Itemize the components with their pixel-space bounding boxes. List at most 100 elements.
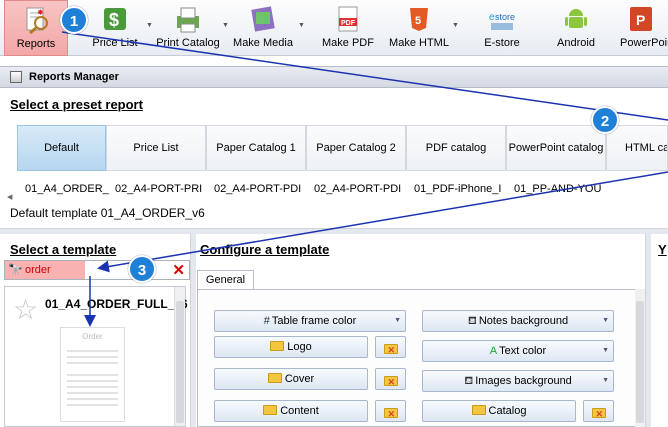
binoculars-icon: 🔭 [8,263,23,277]
cover-button[interactable]: Cover [214,368,368,390]
preset-tab-label: Price List [133,142,179,154]
print-catalog-dropdown-icon[interactable]: ▼ [222,22,229,29]
template-search-input[interactable] [25,262,145,278]
svg-text:5: 5 [415,15,421,27]
pdf-icon: PDF [338,6,358,32]
button-label: Images background [475,375,572,387]
preset-tab-label: Paper Catalog 1 [216,142,296,154]
cover-clear-button[interactable] [375,368,406,392]
button-label: Catalog [488,405,527,417]
estore-label: E-store [484,37,520,49]
template-thumbnail[interactable]: Order [60,327,125,422]
main-toolbar: ✸ Reports $ Price List ▼ Print Catalog ▼… [0,0,668,56]
template-list-scrollbar[interactable] [174,287,185,426]
window-title-bar: Reports Manager [0,66,668,88]
price-list-button[interactable]: $ Price List [86,0,144,56]
thumbnail-title: Order [82,332,103,341]
folder-icon [263,405,278,415]
notes-background-button[interactable]: ⛾ Notes background ▼ [422,310,614,332]
dropdown-arrow-icon: ▼ [602,377,609,384]
window-title: Reports Manager [29,71,119,83]
configure-scrollbar[interactable] [635,289,645,427]
images-background-button[interactable]: ⛾ Images background ▼ [422,370,614,392]
preset-tab-label: Default [44,142,79,154]
powerpoint-label: PowerPoint [620,37,668,49]
paint-bucket-icon: ⛾ [464,375,474,387]
preset-tab-label: Paper Catalog 2 [316,142,396,154]
svg-text:P: P [636,12,645,28]
right-panel-title: Y [658,242,667,257]
folder-remove-icon [383,340,398,360]
template-section-title: Select a template [10,242,117,257]
make-pdf-label: Make PDF [322,37,374,49]
preset-tab-powerpoint-catalog[interactable]: PowerPoint catalog [506,125,606,171]
logo-button[interactable]: Logo [214,336,368,358]
preset-section-title: Select a preset report [10,97,143,112]
folder-remove-icon [383,404,398,424]
table-frame-color-button[interactable]: # Table frame color ▼ [214,310,406,332]
preset-tab-default[interactable]: Default [17,125,106,171]
powerpoint-button[interactable]: P PowerPoint [614,0,668,56]
clear-search-icon[interactable]: ✕ [172,261,185,279]
dropdown-arrow-icon: ▼ [602,347,609,354]
make-media-icon [251,6,275,32]
text-color-button[interactable]: A Text color ▼ [422,340,614,362]
preset-tab-pdf-catalog[interactable]: PDF catalog [406,125,506,171]
preset-tab-label: PowerPoint catalog [508,142,604,154]
estore-button[interactable]: e store E-store [474,0,530,56]
folder-icon [270,341,285,351]
folder-icon [471,405,486,415]
make-pdf-button[interactable]: PDF Make PDF [318,0,378,56]
price-list-label: Price List [92,37,138,49]
template-list[interactable]: ☆ 01_A4_ORDER_FULL_v6 Order [4,286,188,427]
powerpoint-icon: P [630,7,652,31]
print-catalog-button[interactable]: Print Catalog [155,0,221,56]
make-html-dropdown-icon[interactable]: ▼ [452,22,459,29]
scroll-left-icon[interactable]: ◀ [7,193,12,201]
preset-sub-label: 01_PDF-iPhone_I [414,183,502,195]
preset-sub-label: 02_A4-PORT-PDI [314,183,402,195]
preset-sub-label: 02_A4-PORT-PDI [214,183,302,195]
vertical-splitter[interactable] [190,234,196,427]
reports-icon: ✸ [26,7,48,35]
step-badge-1: 1 [60,6,88,34]
logo-clear-button[interactable] [375,336,406,360]
reports-button[interactable]: ✸ Reports [4,0,68,56]
preset-tab-paper-catalog-1[interactable]: Paper Catalog 1 [206,125,306,171]
horizontal-splitter[interactable] [0,228,668,234]
preset-tab-price-list[interactable]: Price List [106,125,206,171]
button-label: Table frame color [271,315,357,327]
make-html-button[interactable]: 5 Make HTML [386,0,452,56]
print-catalog-icon [177,7,199,33]
preset-tab-html-catalog[interactable]: HTML cat [606,125,668,171]
step-badge-2: 2 [591,106,619,134]
make-media-dropdown-icon[interactable]: ▼ [298,22,305,29]
folder-icon [267,373,282,383]
preset-tab-paper-catalog-2[interactable]: Paper Catalog 2 [306,125,406,171]
svg-text:✸: ✸ [37,8,44,17]
preset-sub-label: 01_PP-AND-YOU [514,183,602,195]
catalog-button[interactable]: Catalog [422,400,576,422]
star-icon[interactable]: ☆ [13,293,38,326]
button-label: Text color [499,345,547,357]
make-media-button[interactable]: Make Media [230,0,296,56]
window-icon [10,71,22,83]
price-list-icon: $ [104,8,126,30]
preset-sub-label: 01_A4_ORDER_ [25,183,109,195]
android-icon [565,9,587,28]
catalog-clear-button[interactable] [583,400,614,424]
template-search-box[interactable]: 🔭 ✕ [4,260,190,280]
android-button[interactable]: Android [548,0,604,56]
preset-tab-label: HTML cat [625,142,668,154]
folder-remove-icon [383,372,398,392]
price-list-dropdown-icon[interactable]: ▼ [146,22,153,29]
tab-general[interactable]: General [197,270,254,289]
template-name[interactable]: 01_A4_ORDER_FULL_v6 [45,297,188,311]
content-button[interactable]: Content [214,400,368,422]
svg-text:PDF: PDF [341,20,356,27]
default-template-text: Default template 01_A4_ORDER_v6 [10,206,205,220]
android-label: Android [557,37,595,49]
step-badge-3: 3 [128,255,156,283]
content-clear-button[interactable] [375,400,406,424]
vertical-splitter-right[interactable] [645,234,651,427]
